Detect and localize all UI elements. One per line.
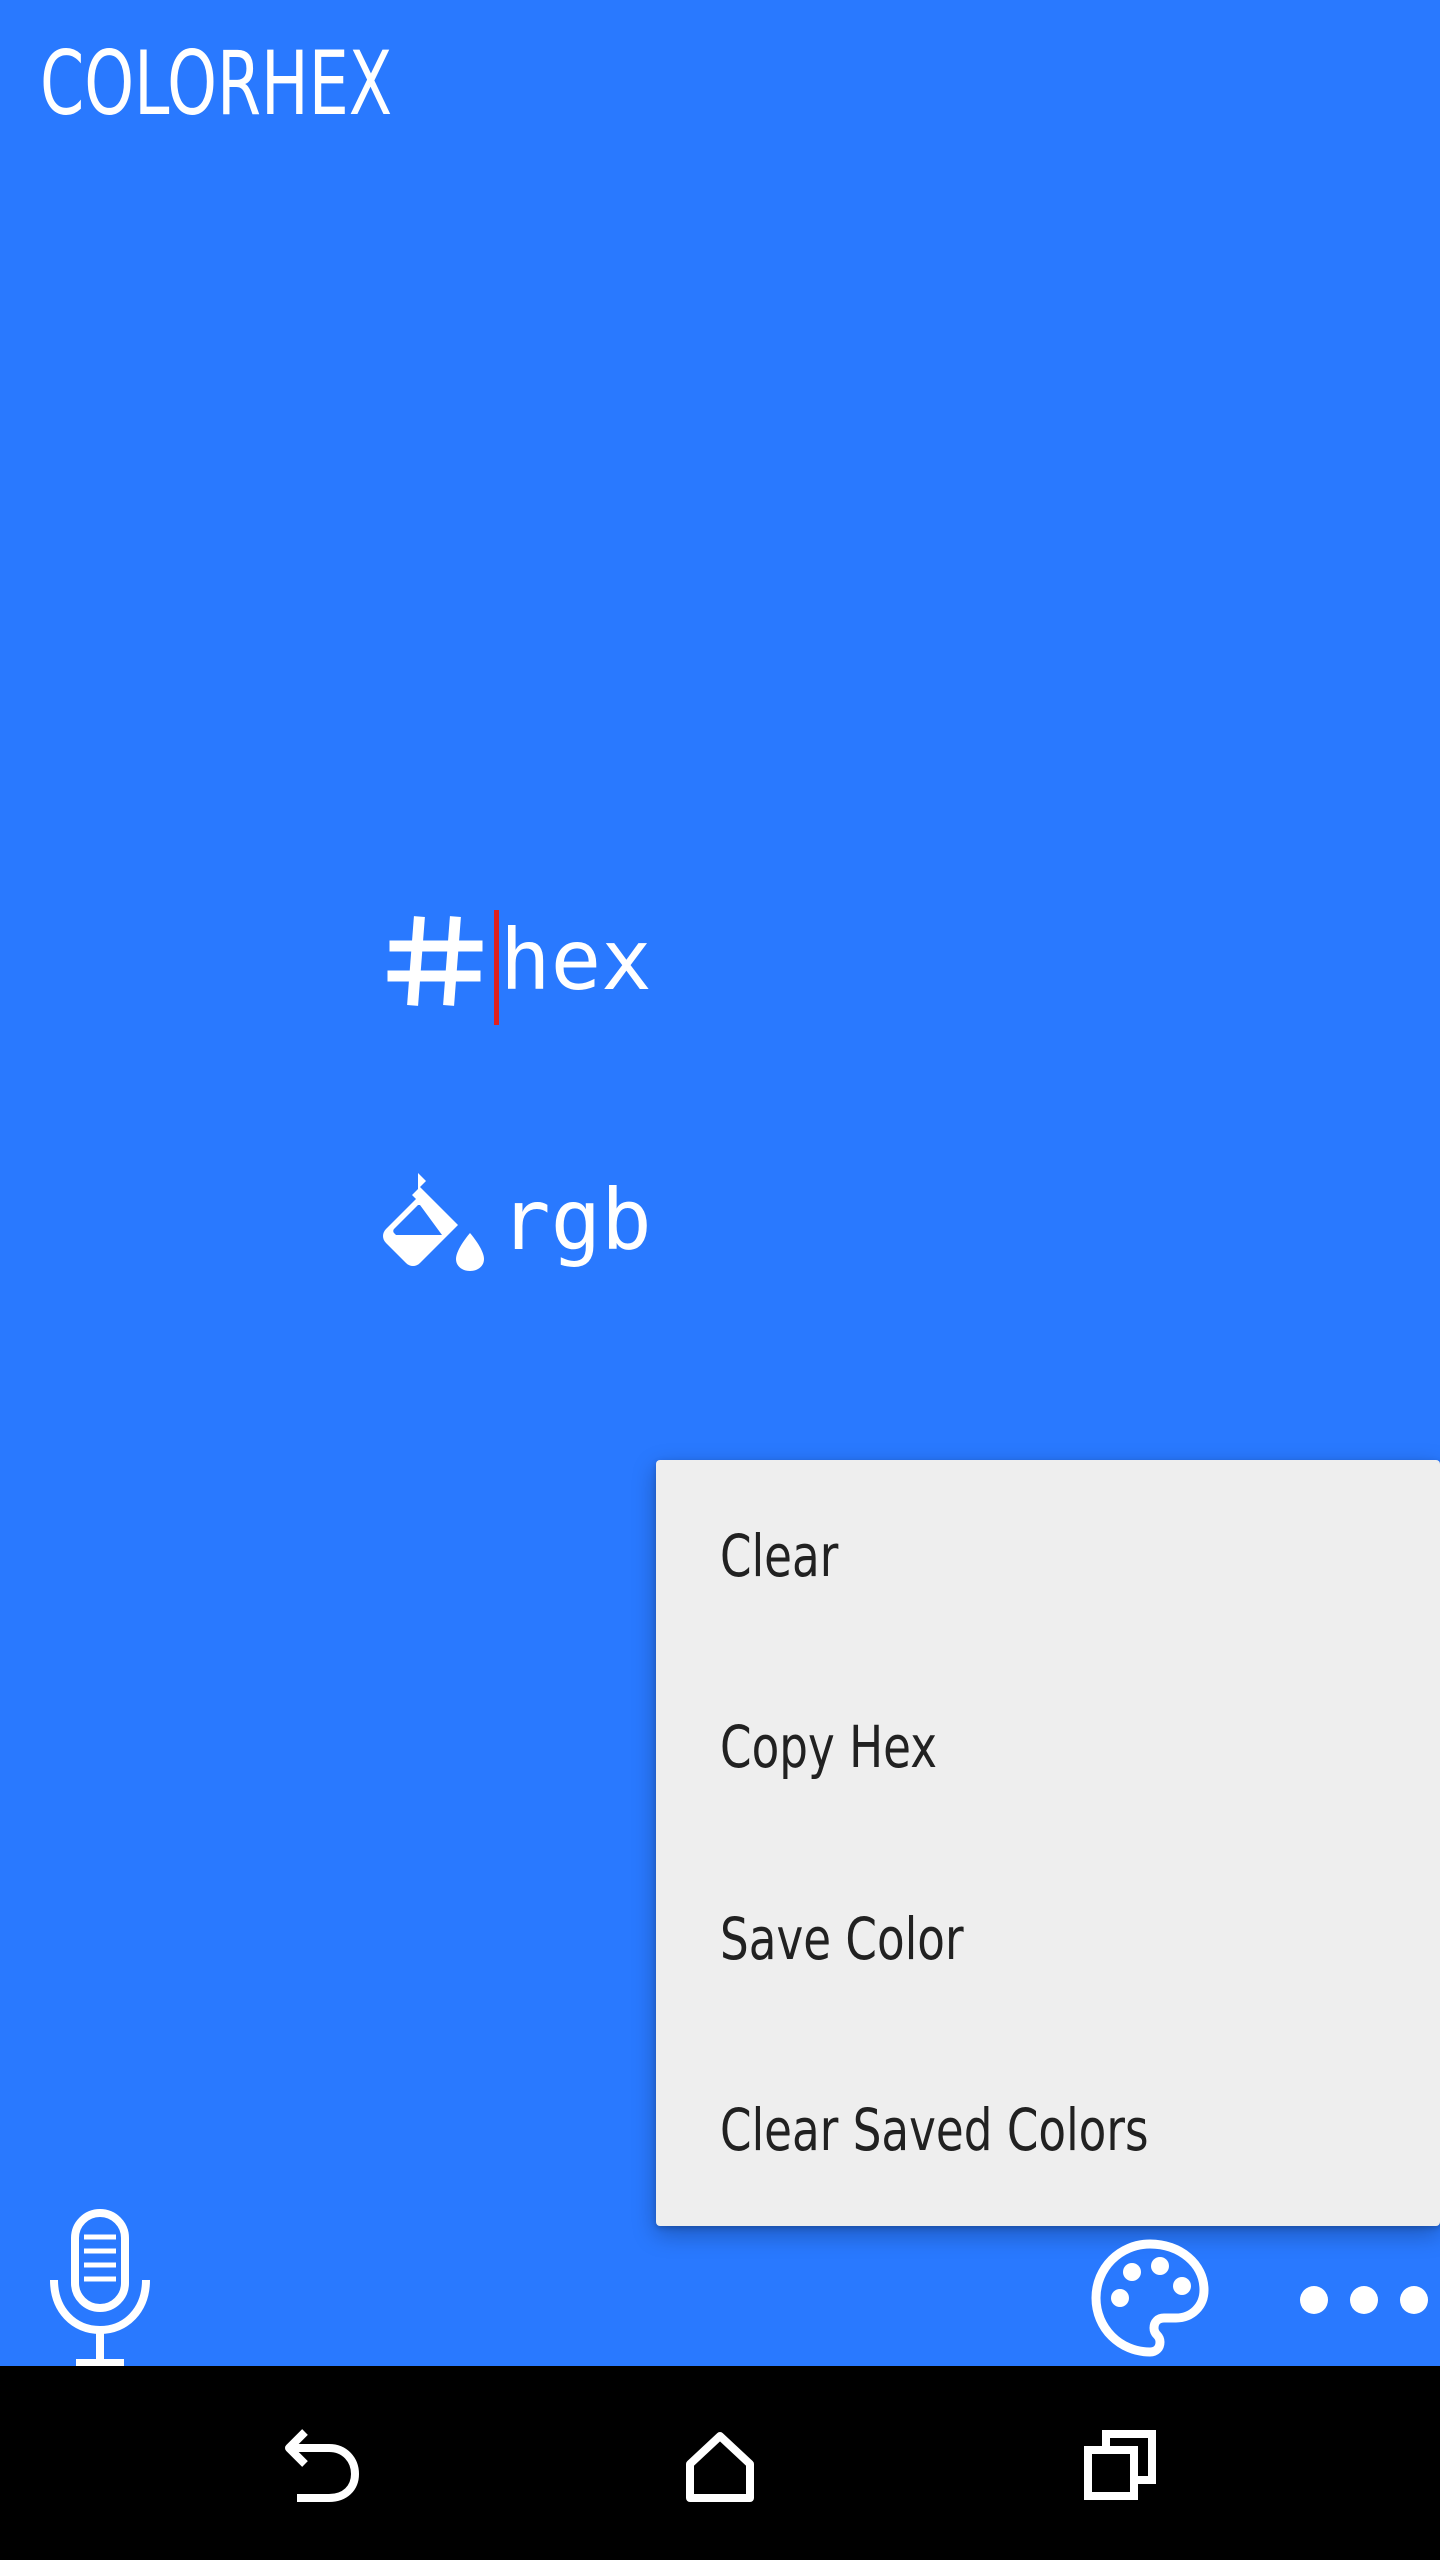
hex-field-row: hex xyxy=(380,890,652,1030)
menu-item-label: Clear Saved Colors xyxy=(720,2096,1149,2165)
hex-input[interactable]: hex xyxy=(494,900,652,1025)
paint-bucket-icon xyxy=(380,1160,490,1280)
menu-item-label: Save Color xyxy=(720,1904,964,1973)
rgb-input[interactable]: rgb xyxy=(500,1160,652,1280)
menu-item-label: Copy Hex xyxy=(720,1713,937,1782)
system-nav-bar xyxy=(0,2366,1440,2560)
text-cursor xyxy=(494,910,499,1025)
palette-icon[interactable] xyxy=(1090,2238,1210,2358)
recents-icon[interactable] xyxy=(1070,2416,1170,2516)
overflow-menu: Clear Copy Hex Save Color Clear Saved Co… xyxy=(656,1460,1440,2226)
menu-item-save-color[interactable]: Save Color xyxy=(656,1843,1440,2035)
back-icon[interactable] xyxy=(270,2416,370,2516)
hex-placeholder: hex xyxy=(500,911,652,1009)
more-horizontal-icon[interactable] xyxy=(1296,2280,1440,2320)
rgb-field-row: rgb xyxy=(380,1150,652,1290)
menu-item-clear-saved-colors[interactable]: Clear Saved Colors xyxy=(656,2035,1440,2227)
menu-item-label: Clear xyxy=(720,1521,839,1590)
menu-item-clear[interactable]: Clear xyxy=(656,1460,1440,1652)
rgb-placeholder: rgb xyxy=(500,1171,652,1269)
app-title: COLORHEX xyxy=(40,32,393,135)
menu-item-copy-hex[interactable]: Copy Hex xyxy=(656,1652,1440,1844)
microphone-icon[interactable] xyxy=(40,2205,160,2370)
hash-icon xyxy=(380,900,490,1020)
home-icon[interactable] xyxy=(670,2416,770,2516)
